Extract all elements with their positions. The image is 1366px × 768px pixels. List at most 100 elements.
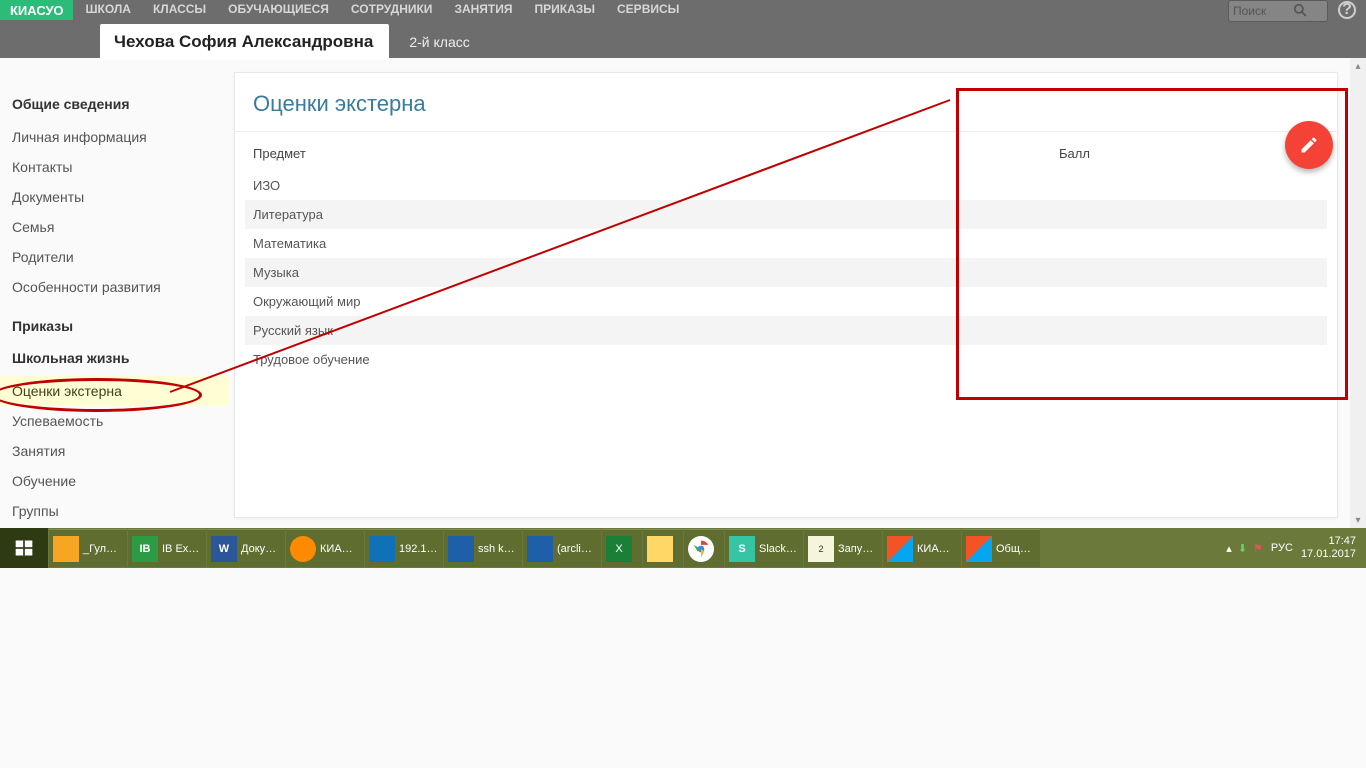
task-label: (arcli… [557,543,592,555]
sidebar-section-school-life: Школьная жизнь [12,350,230,366]
table-row: Литература [245,200,1327,229]
sidebar-item-family[interactable]: Семья [12,212,230,242]
task-item[interactable] [684,529,724,567]
sidebar-item-education[interactable]: Обучение [12,466,230,496]
task-item[interactable]: Общ… [962,529,1040,567]
task-label: Доку… [241,543,276,555]
score-cell [1059,207,1319,222]
task-item[interactable]: X [602,529,642,567]
sidebar-item-groups[interactable]: Группы [12,496,230,526]
search-icon[interactable] [1293,3,1307,20]
task-label: КИА… [917,543,950,555]
pencil-icon [1299,135,1319,155]
logo: КИАСУО [0,0,73,20]
task-item[interactable]: 2Запу… [804,529,882,567]
task-label: 192.1… [399,543,438,555]
score-cell [1059,265,1319,280]
task-item[interactable]: КИА… [286,529,364,567]
start-button[interactable] [0,528,48,568]
col-score: Балл [1059,146,1319,161]
content-panel: Оценки экстерна Предмет Балл ИЗО Литерат… [234,72,1338,518]
tray-lang[interactable]: РУС [1271,542,1293,554]
task-item[interactable]: ssh k… [444,529,522,567]
sidebar-item-progress[interactable]: Успеваемость [12,406,230,436]
subject-cell: Трудовое обучение [253,352,1059,367]
header-right: ? [1228,0,1366,58]
taskbar: _Гул… IBIB Ex… WДоку… КИА… 192.1… ssh k…… [0,528,1366,568]
sidebar-item-contacts[interactable]: Контакты [12,152,230,182]
app-header: КИАСУО ШКОЛА КЛАССЫ ОБУЧАЮЩИЕСЯ СОТРУДНИ… [0,0,1366,58]
grades-table: Предмет Балл ИЗО Литература Математика М… [235,132,1337,374]
tray-time: 17:47 [1301,535,1356,548]
nav-classes[interactable]: КЛАССЫ [153,2,206,16]
panel-title: Оценки экстерна [235,73,1337,132]
task-label: КИА… [320,543,353,555]
sidebar-section-orders: Приказы [12,318,230,334]
task-item[interactable]: IBIB Ex… [128,529,206,567]
score-cell [1059,294,1319,309]
subject-cell: Литература [253,207,1059,222]
nav-school[interactable]: ШКОЛА [85,2,131,16]
windows-icon [14,538,34,558]
task-item[interactable]: КИА… [883,529,961,567]
subject-cell: Математика [253,236,1059,251]
table-row: ИЗО [245,171,1327,200]
help-icon[interactable]: ? [1338,1,1356,19]
task-item[interactable]: _Гул… [49,529,127,567]
nav-orders[interactable]: ПРИКАЗЫ [535,2,596,16]
score-cell [1059,352,1319,367]
table-row: Математика [245,229,1327,258]
task-label: Запу… [838,543,873,555]
sidebar-section-general: Общие сведения [12,96,230,112]
sidebar-item-features[interactable]: Особенности развития [12,272,230,302]
task-label: Общ… [996,543,1031,555]
subject-cell: Окружающий мир [253,294,1059,309]
task-item[interactable]: WДоку… [207,529,285,567]
task-item[interactable] [643,529,683,567]
table-row: Окружающий мир [245,287,1327,316]
nav-staff[interactable]: СОТРУДНИКИ [351,2,433,16]
main-area: Общие сведения Личная информация Контакт… [0,58,1366,528]
task-item[interactable]: SSlack… [725,529,803,567]
nav-students[interactable]: ОБУЧАЮЩИЕСЯ [228,2,329,16]
student-tabs: Чехова София Александровна 2-й класс [100,24,484,60]
table-row: Русский язык [245,316,1327,345]
table-row: Музыка [245,258,1327,287]
task-label: _Гул… [83,543,117,555]
table-header: Предмет Балл [245,132,1327,171]
tab-class[interactable]: 2-й класс [389,34,483,60]
task-item[interactable]: 192.1… [365,529,443,567]
search-box[interactable] [1228,0,1328,22]
score-cell [1059,178,1319,193]
subject-cell: Русский язык [253,323,1059,338]
chrome-icon [688,536,714,562]
sidebar-item-lessons[interactable]: Занятия [12,436,230,466]
scroll-up-icon[interactable]: ▴ [1350,58,1366,74]
edit-fab[interactable] [1285,121,1333,169]
subject-cell: ИЗО [253,178,1059,193]
scroll-down-icon[interactable]: ▾ [1350,512,1366,528]
task-label: ssh k… [478,543,515,555]
task-item[interactable]: (arcli… [523,529,601,567]
table-row: Трудовое обучение [245,345,1327,374]
sidebar-item-personal[interactable]: Личная информация [12,122,230,152]
task-label: Slack… [759,543,797,555]
search-input[interactable] [1233,4,1293,18]
tray-flag-icon[interactable]: ⚑ [1253,542,1263,555]
tray-up-icon[interactable]: ▴ [1226,542,1232,555]
subject-cell: Музыка [253,265,1059,280]
tab-student-name[interactable]: Чехова София Александровна [100,24,389,60]
score-cell [1059,323,1319,338]
nav-lessons[interactable]: ЗАНЯТИЯ [454,2,512,16]
sidebar-item-documents[interactable]: Документы [12,182,230,212]
scrollbar[interactable]: ▴ ▾ [1350,58,1366,528]
sidebar-item-parents[interactable]: Родители [12,242,230,272]
sidebar-item-extern-grades[interactable]: Оценки экстерна [0,376,230,406]
system-tray: ▴ ⬇ ⚑ РУС 17:47 17.01.2017 [1226,535,1366,561]
nav-services[interactable]: СЕРВИСЫ [617,2,679,16]
score-cell [1059,236,1319,251]
tray-icons[interactable]: ▴ ⬇ ⚑ [1226,542,1263,555]
tray-download-icon[interactable]: ⬇ [1238,542,1247,555]
tray-date: 17.01.2017 [1301,548,1356,561]
tray-clock[interactable]: 17:47 17.01.2017 [1301,535,1356,561]
